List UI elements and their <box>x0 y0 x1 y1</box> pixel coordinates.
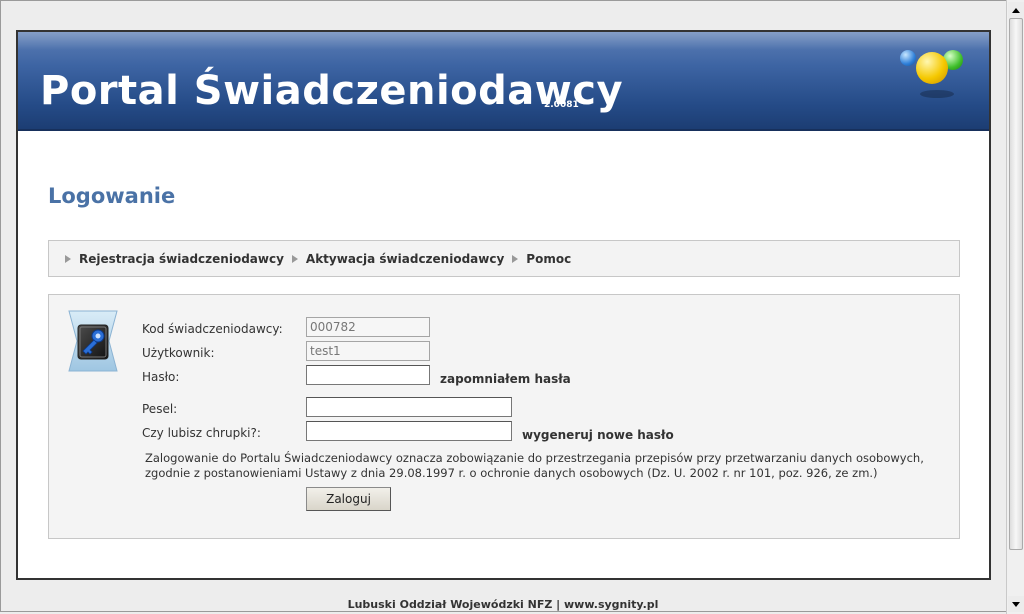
portal-version: 2.0081 <box>544 100 579 110</box>
logo-balls-icon <box>898 46 968 106</box>
login-form: Kod świadczeniodawcy: Użytkownik: Hasło:… <box>48 294 960 539</box>
triangle-right-icon <box>512 254 519 263</box>
page-footer: Lubuski Oddział Wojewódzki NFZ | www.syg… <box>347 598 659 611</box>
pesel-field[interactable] <box>306 397 512 417</box>
arrow-up-icon <box>1012 7 1020 13</box>
header-shine <box>18 32 989 50</box>
nav-item-label: Pomoc <box>526 251 572 266</box>
scroll-down-button[interactable] <box>1008 596 1024 612</box>
arrow-down-icon <box>1012 601 1020 607</box>
nav-bar: Rejestracja świadczeniodawcy Aktywacja ś… <box>48 240 960 277</box>
data-protection-notice: Zalogowanie do Portalu Świadczeniodawcy … <box>145 451 924 480</box>
portal-title: Portal Świadczeniodawcy <box>40 68 624 114</box>
question-field[interactable] <box>306 421 512 441</box>
password-field[interactable] <box>306 365 430 385</box>
scroll-up-button[interactable] <box>1008 2 1024 18</box>
forgot-password-link[interactable]: zapomniałem hasła <box>440 372 571 386</box>
login-button[interactable]: Zaloguj <box>306 487 391 511</box>
nav-item-label: Rejestracja świadczeniodawcy <box>79 251 284 266</box>
key-card-icon <box>68 310 118 372</box>
question-label: Czy lubisz chrupki?: <box>142 426 261 440</box>
triangle-right-icon <box>65 254 71 263</box>
page-heading: Logowanie <box>48 184 176 208</box>
user-label: Użytkownik: <box>142 346 215 360</box>
password-label: Hasło: <box>142 370 180 384</box>
nav-item-registration[interactable]: Rejestracja świadczeniodawcy <box>65 252 284 266</box>
blue-ball-icon <box>900 50 916 66</box>
nav-item-activation[interactable]: Aktywacja świadczeniodawcy <box>291 251 505 266</box>
logo-ball-shadow <box>920 90 954 98</box>
generate-password-link[interactable]: wygeneruj nowe hasło <box>522 428 674 442</box>
portal-page: Portal Świadczeniodawcy 2.0081 Logowanie… <box>16 30 991 580</box>
triangle-right-icon <box>291 254 298 263</box>
nav-item-help[interactable]: Pomoc <box>512 252 571 266</box>
scroll-thumb[interactable] <box>1009 18 1023 550</box>
pesel-label: Pesel: <box>142 402 178 416</box>
vertical-scrollbar[interactable] <box>1006 0 1024 614</box>
nav-item-label: Aktywacja świadczeniodawcy <box>305 251 505 266</box>
page-header: Portal Świadczeniodawcy 2.0081 <box>18 32 989 131</box>
provider-code-label: Kod świadczeniodawcy: <box>142 322 283 336</box>
provider-code-field[interactable] <box>306 317 430 337</box>
user-field[interactable] <box>306 341 430 361</box>
yellow-ball-icon <box>916 52 948 84</box>
